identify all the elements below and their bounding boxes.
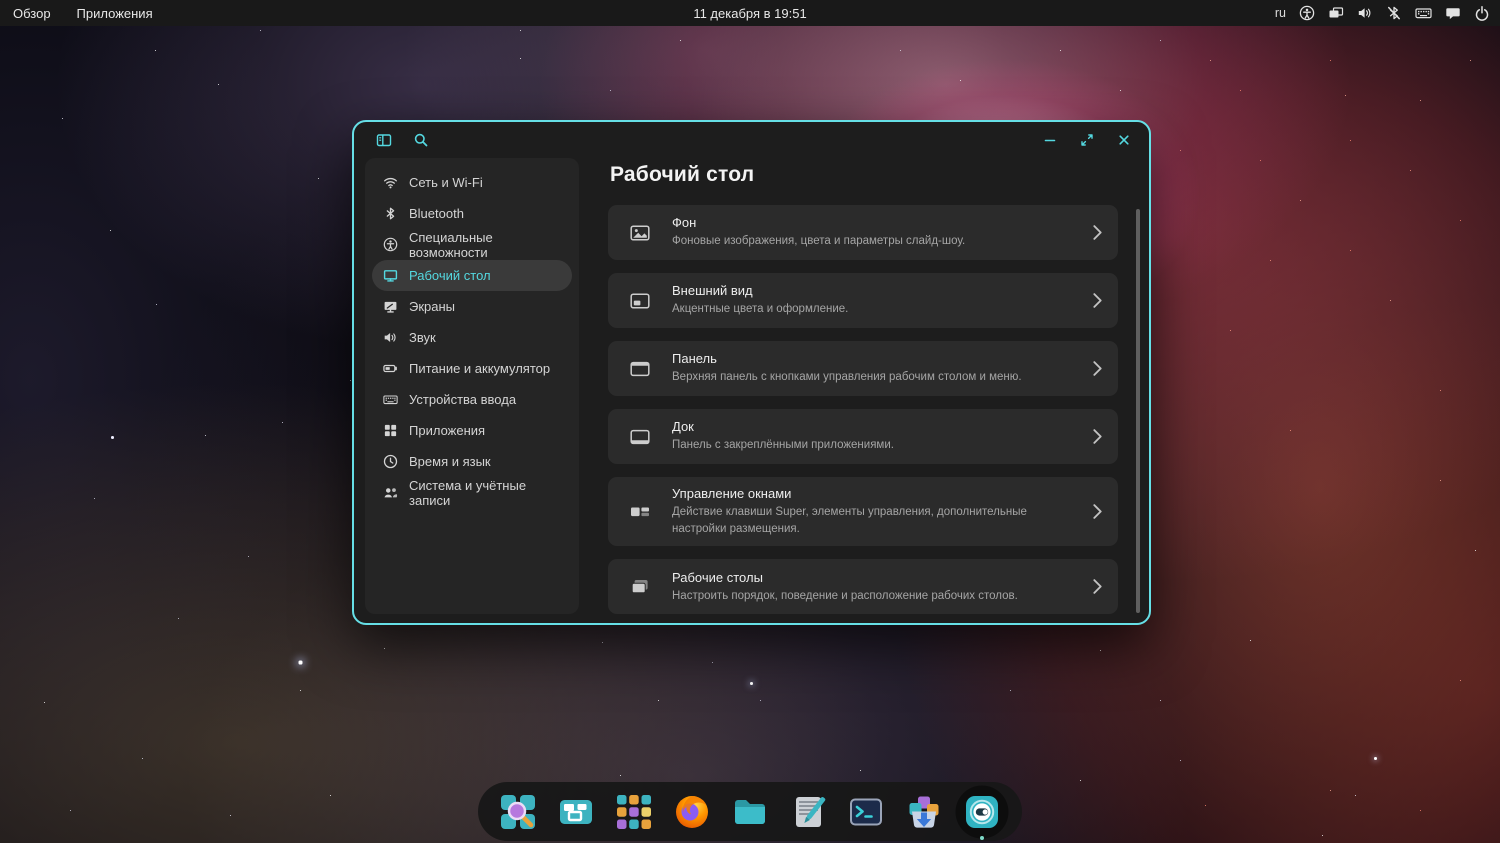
sidebar-item-label: Питание и аккумулятор bbox=[409, 361, 551, 376]
overview-icon bbox=[501, 794, 535, 829]
row-title: Док bbox=[672, 419, 694, 435]
maximize-button[interactable] bbox=[1079, 132, 1095, 148]
content-scrollbar[interactable] bbox=[1136, 209, 1140, 613]
dock-panel-icon bbox=[629, 427, 651, 447]
row-title: Внешний вид bbox=[672, 283, 753, 299]
sidebar-item-desktop[interactable]: Рабочий стол bbox=[372, 260, 572, 291]
sidebar-item-label: Время и язык bbox=[409, 454, 491, 469]
background-image-icon bbox=[629, 223, 651, 243]
sidebar-item-label: Звук bbox=[409, 330, 436, 345]
system-tray: ru bbox=[1275, 5, 1490, 21]
search-icon[interactable] bbox=[413, 132, 429, 148]
sidebar-item-label: Устройства ввода bbox=[409, 392, 517, 407]
chevron-right-icon bbox=[1092, 578, 1103, 595]
chevron-right-icon bbox=[1092, 360, 1103, 377]
app-grid-icon bbox=[617, 794, 651, 829]
chat-icon[interactable] bbox=[1445, 5, 1461, 21]
settings-page: Рабочий стол Фон Фоновые изображения, цв… bbox=[608, 158, 1118, 623]
applications-menu[interactable]: Приложения bbox=[77, 6, 153, 21]
dock-item-app-grid[interactable] bbox=[613, 791, 655, 833]
sidebar-item-time-language[interactable]: Время и язык bbox=[372, 446, 572, 477]
settings-row-panel[interactable]: Панель Верхняя панель с кнопками управле… bbox=[608, 341, 1118, 396]
sidebar-item-system-accounts[interactable]: Система и учётные записи bbox=[372, 477, 572, 508]
chevron-right-icon bbox=[1092, 503, 1103, 520]
sidebar-item-power[interactable]: Питание и аккумулятор bbox=[372, 353, 572, 384]
row-title: Рабочие столы bbox=[672, 569, 763, 585]
row-description: Действие клавиши Super, элементы управле… bbox=[672, 506, 1027, 535]
sidebar-item-sound[interactable]: Звук bbox=[372, 322, 572, 353]
dock bbox=[478, 782, 1022, 841]
dock-item-overview[interactable] bbox=[497, 791, 539, 833]
row-description: Верхняя панель с кнопками управления раб… bbox=[672, 371, 1022, 384]
dock-item-terminal[interactable] bbox=[845, 791, 887, 833]
row-title: Фон bbox=[672, 215, 697, 231]
top-bar: Обзор Приложения 11 декабря в 19:51 ru bbox=[0, 0, 1500, 26]
accessibility-icon[interactable] bbox=[1299, 5, 1315, 21]
row-title: Управление окнами bbox=[672, 486, 792, 501]
row-description: Панель с закреплёнными приложениями. bbox=[672, 439, 894, 452]
bluetooth-disabled-icon[interactable] bbox=[1386, 5, 1402, 21]
terminal-icon bbox=[850, 798, 882, 825]
settings-app-icon bbox=[966, 795, 998, 828]
sidebar-item-displays[interactable]: Экраны bbox=[372, 291, 572, 322]
dock-item-software-installer[interactable] bbox=[903, 791, 945, 833]
sidebar-item-applications[interactable]: Приложения bbox=[372, 415, 572, 446]
dock-item-settings[interactable] bbox=[961, 791, 1003, 833]
window-switcher-icon[interactable] bbox=[1328, 5, 1344, 21]
sidebar-item-label: Рабочий стол bbox=[409, 268, 491, 283]
workspaces-app-icon bbox=[560, 799, 592, 824]
settings-row-workspaces[interactable]: Рабочие столы Настроить порядок, поведен… bbox=[608, 559, 1118, 615]
sidebar-item-label: Приложения bbox=[409, 423, 486, 438]
row-description: Настроить порядок, поведение и расположе… bbox=[672, 589, 1018, 602]
close-button[interactable] bbox=[1116, 132, 1132, 148]
sidebar-item-label: Сеть и Wi-Fi bbox=[409, 175, 483, 190]
chevron-right-icon bbox=[1092, 224, 1103, 241]
clock[interactable]: 11 декабря в 19:51 bbox=[693, 6, 806, 21]
settings-row-dock[interactable]: Док Панель с закреплёнными приложениями. bbox=[608, 409, 1118, 464]
top-bar-menus: Обзор Приложения bbox=[0, 6, 153, 21]
sidebar-item-label: Bluetooth bbox=[409, 206, 464, 221]
sidebar-item-label: Система и учётные записи bbox=[409, 477, 527, 508]
workspaces-icon bbox=[629, 577, 651, 597]
sidebar-item-network[interactable]: Сеть и Wi-Fi bbox=[372, 167, 572, 198]
settings-window: Сеть и Wi-Fi Bluetooth Специальные возмо… bbox=[352, 120, 1151, 625]
chevron-right-icon bbox=[1092, 292, 1103, 309]
text-editor-icon bbox=[796, 796, 826, 827]
settings-row-window-management[interactable]: Управление окнами Действие клавиши Super… bbox=[608, 477, 1118, 547]
chevron-right-icon bbox=[1092, 428, 1103, 445]
software-installer-icon bbox=[909, 796, 939, 828]
top-panel-icon bbox=[629, 359, 651, 379]
overview-menu[interactable]: Обзор bbox=[13, 6, 51, 21]
window-header[interactable] bbox=[354, 122, 1149, 158]
sidebar-item-label: Экраны bbox=[409, 299, 456, 314]
window-management-icon bbox=[629, 502, 651, 522]
sidebar-item-bluetooth[interactable]: Bluetooth bbox=[372, 198, 572, 229]
dock-item-text-editor[interactable] bbox=[787, 791, 829, 833]
sidebar-item-input-devices[interactable]: Устройства ввода bbox=[372, 384, 572, 415]
settings-sidebar: Сеть и Wi-Fi Bluetooth Специальные возмо… bbox=[365, 158, 579, 614]
keyboard-icon[interactable] bbox=[1415, 5, 1432, 21]
row-description: Акцентные цвета и оформление. bbox=[672, 303, 849, 316]
row-title: Панель bbox=[672, 351, 717, 367]
firefox-icon bbox=[676, 795, 708, 828]
dock-item-files[interactable] bbox=[729, 791, 771, 833]
appearance-icon bbox=[629, 291, 651, 311]
power-icon[interactable] bbox=[1474, 5, 1490, 21]
page-title: Рабочий стол bbox=[610, 163, 755, 186]
row-description: Фоновые изображения, цвета и параметры с… bbox=[672, 235, 966, 248]
sidebar-item-accessibility[interactable]: Специальные возможности bbox=[372, 229, 572, 260]
minimize-button[interactable] bbox=[1042, 132, 1058, 148]
keyboard-layout-indicator[interactable]: ru bbox=[1275, 6, 1286, 20]
sidebar-item-label: Специальные возможности bbox=[409, 229, 493, 260]
dock-item-workspaces[interactable] bbox=[555, 791, 597, 833]
dock-item-firefox[interactable] bbox=[671, 791, 713, 833]
settings-row-appearance[interactable]: Внешний вид Акцентные цвета и оформление… bbox=[608, 273, 1118, 328]
files-icon bbox=[735, 799, 765, 824]
volume-icon[interactable] bbox=[1357, 5, 1373, 21]
sidebar-toggle-icon[interactable] bbox=[376, 132, 392, 148]
settings-row-background[interactable]: Фон Фоновые изображения, цвета и парамет… bbox=[608, 205, 1118, 260]
